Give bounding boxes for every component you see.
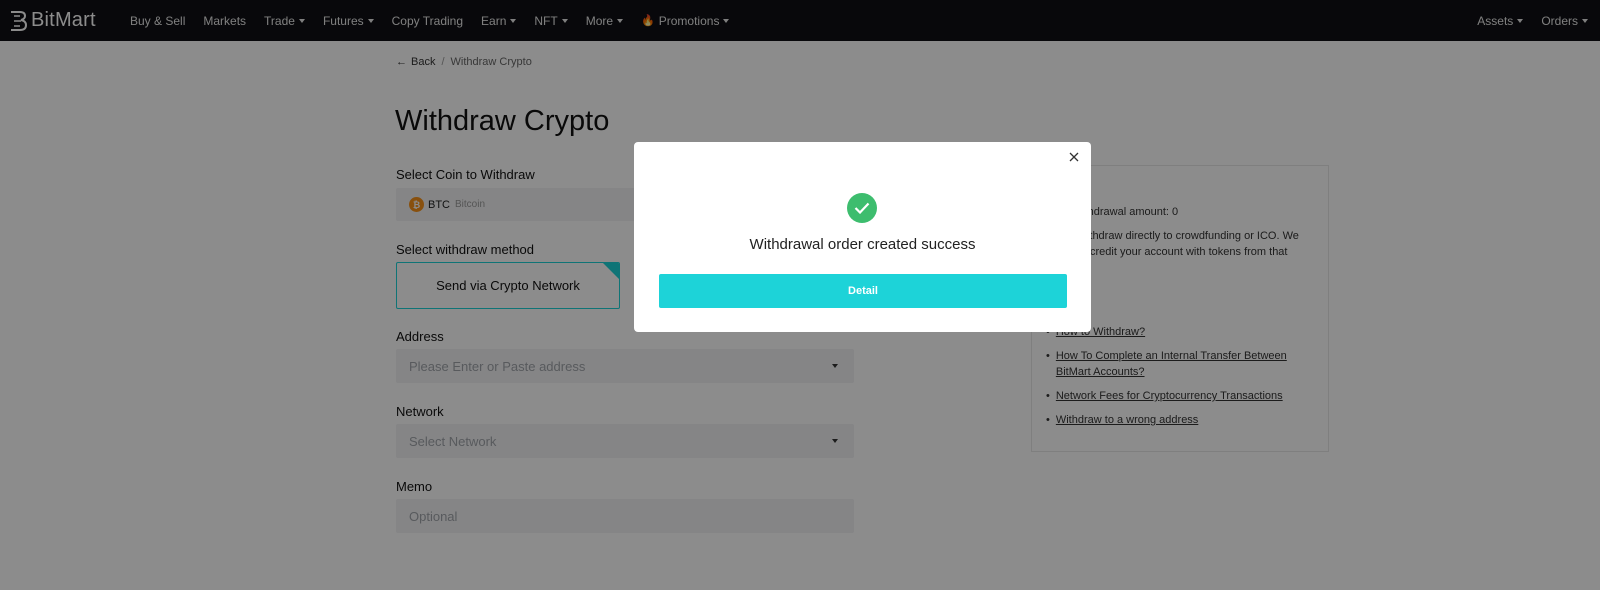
detail-button[interactable]: Detail: [659, 274, 1067, 308]
check-icon: [847, 193, 877, 223]
close-icon[interactable]: [1067, 150, 1081, 164]
page-bottom-strip: [0, 590, 1600, 597]
success-dialog: Withdrawal order created success Detail: [634, 142, 1091, 332]
success-message: Withdrawal order created success: [749, 236, 976, 253]
